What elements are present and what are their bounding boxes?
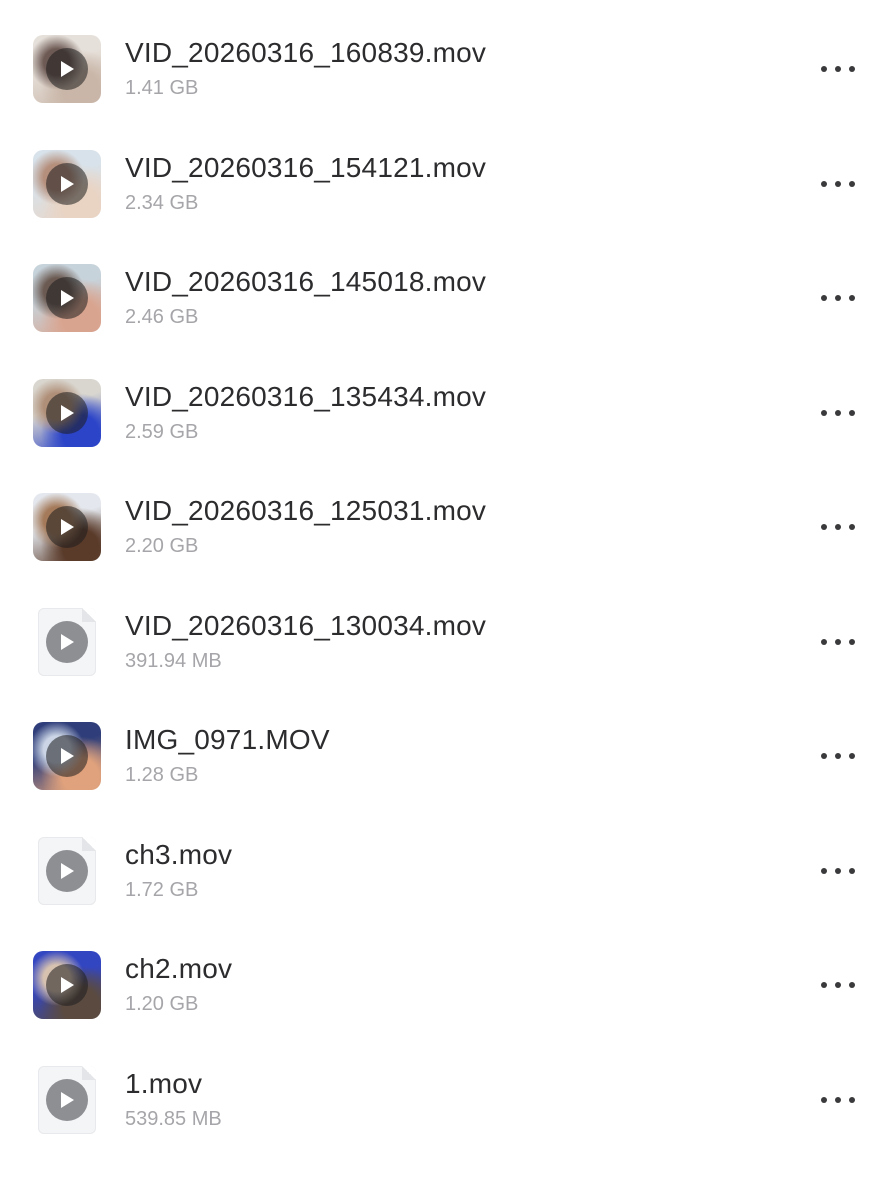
video-file-icon[interactable] — [38, 836, 96, 905]
file-row[interactable]: 1.mov 539.85 MB — [0, 1065, 894, 1180]
file-list: VID_20260316_160839.mov 1.41 GB VID_202603… — [0, 0, 894, 1200]
video-file-icon[interactable] — [38, 1065, 96, 1134]
more-options-button[interactable] — [812, 170, 864, 198]
more-icon — [835, 524, 841, 530]
more-options-button[interactable] — [812, 284, 864, 312]
play-icon — [46, 620, 88, 663]
file-size: 1.20 GB — [125, 993, 199, 1015]
more-icon — [849, 982, 855, 988]
video-thumbnail[interactable] — [33, 493, 101, 561]
file-name: 1.mov — [125, 1067, 203, 1099]
file-row[interactable]: VID_20260316_160839.mov 1.41 GB — [0, 35, 894, 149]
play-icon — [46, 964, 88, 1006]
more-icon — [821, 524, 827, 530]
more-icon — [835, 638, 841, 645]
play-icon — [46, 506, 88, 548]
more-icon — [849, 409, 855, 416]
play-icon — [46, 48, 88, 90]
play-icon — [46, 391, 88, 434]
more-icon — [821, 867, 827, 874]
more-icon — [835, 867, 841, 874]
more-icon — [849, 180, 855, 187]
file-size: 539.85 MB — [125, 1107, 222, 1130]
more-options-button[interactable] — [812, 1086, 864, 1114]
more-icon — [821, 1096, 827, 1103]
more-icon — [835, 1096, 841, 1103]
play-icon — [46, 277, 88, 319]
more-options-button[interactable] — [812, 513, 864, 541]
more-icon — [849, 524, 855, 530]
file-size: 1.28 GB — [125, 764, 199, 786]
video-thumbnail[interactable] — [33, 264, 101, 332]
more-icon — [835, 753, 841, 759]
play-icon — [46, 735, 88, 777]
more-icon — [849, 753, 855, 759]
file-size: 2.34 GB — [125, 191, 199, 214]
more-icon — [835, 409, 841, 416]
file-row[interactable]: VID_20260316_145018.mov 2.46 GB — [0, 264, 894, 378]
more-icon — [849, 1096, 855, 1103]
file-row[interactable]: IMG_0971.MOV 1.28 GB — [0, 722, 894, 836]
play-icon — [46, 162, 88, 205]
more-options-button[interactable] — [812, 55, 864, 83]
file-name: IMG_0971.MOV — [125, 724, 330, 755]
more-options-button[interactable] — [812, 628, 864, 656]
more-icon — [821, 295, 827, 301]
more-icon — [849, 867, 855, 874]
more-icon — [849, 638, 855, 645]
file-size: 391.94 MB — [125, 649, 222, 672]
more-icon — [821, 982, 827, 988]
more-options-button[interactable] — [812, 857, 864, 885]
more-icon — [835, 295, 841, 301]
file-size: 1.72 GB — [125, 878, 199, 901]
more-icon — [821, 409, 827, 416]
play-icon — [46, 1078, 88, 1121]
file-size: 1.41 GB — [125, 77, 199, 99]
file-size: 2.59 GB — [125, 420, 199, 443]
more-icon — [835, 180, 841, 187]
file-row[interactable]: VID_20260316_154121.mov 2.34 GB — [0, 149, 894, 264]
file-name: VID_20260316_145018.mov — [125, 266, 487, 297]
more-icon — [849, 295, 855, 301]
video-thumbnail[interactable] — [33, 722, 101, 790]
file-name: VID_20260316_154121.mov — [125, 151, 487, 183]
file-name: VID_20260316_135434.mov — [125, 380, 487, 412]
more-icon — [835, 982, 841, 988]
file-row[interactable]: ch3.mov 1.72 GB — [0, 836, 894, 951]
more-icon — [849, 66, 855, 72]
video-thumbnail[interactable] — [33, 378, 101, 447]
more-icon — [821, 66, 827, 72]
file-size: 2.46 GB — [125, 306, 199, 328]
more-icon — [821, 638, 827, 645]
play-icon — [46, 849, 88, 892]
video-thumbnail[interactable] — [33, 951, 101, 1019]
video-thumbnail[interactable] — [33, 35, 101, 103]
file-name: ch2.mov — [125, 953, 233, 984]
file-name: ch3.mov — [125, 838, 233, 870]
file-row[interactable]: VID_20260316_135434.mov 2.59 GB — [0, 378, 894, 493]
file-name: VID_20260316_125031.mov — [125, 495, 487, 526]
file-row[interactable]: VID_20260316_125031.mov 2.20 GB — [0, 493, 894, 607]
more-icon — [821, 180, 827, 187]
video-file-icon[interactable] — [38, 607, 96, 676]
file-row[interactable]: VID_20260316_130034.mov 391.94 MB — [0, 607, 894, 722]
more-options-button[interactable] — [812, 399, 864, 427]
more-icon — [835, 66, 841, 72]
more-options-button[interactable] — [812, 971, 864, 999]
file-name: VID_20260316_160839.mov — [125, 37, 487, 68]
file-row[interactable]: ch2.mov 1.20 GB — [0, 951, 894, 1065]
more-options-button[interactable] — [812, 742, 864, 770]
more-icon — [821, 753, 827, 759]
file-size: 2.20 GB — [125, 535, 199, 557]
video-thumbnail[interactable] — [33, 149, 101, 218]
file-name: VID_20260316_130034.mov — [125, 609, 487, 641]
